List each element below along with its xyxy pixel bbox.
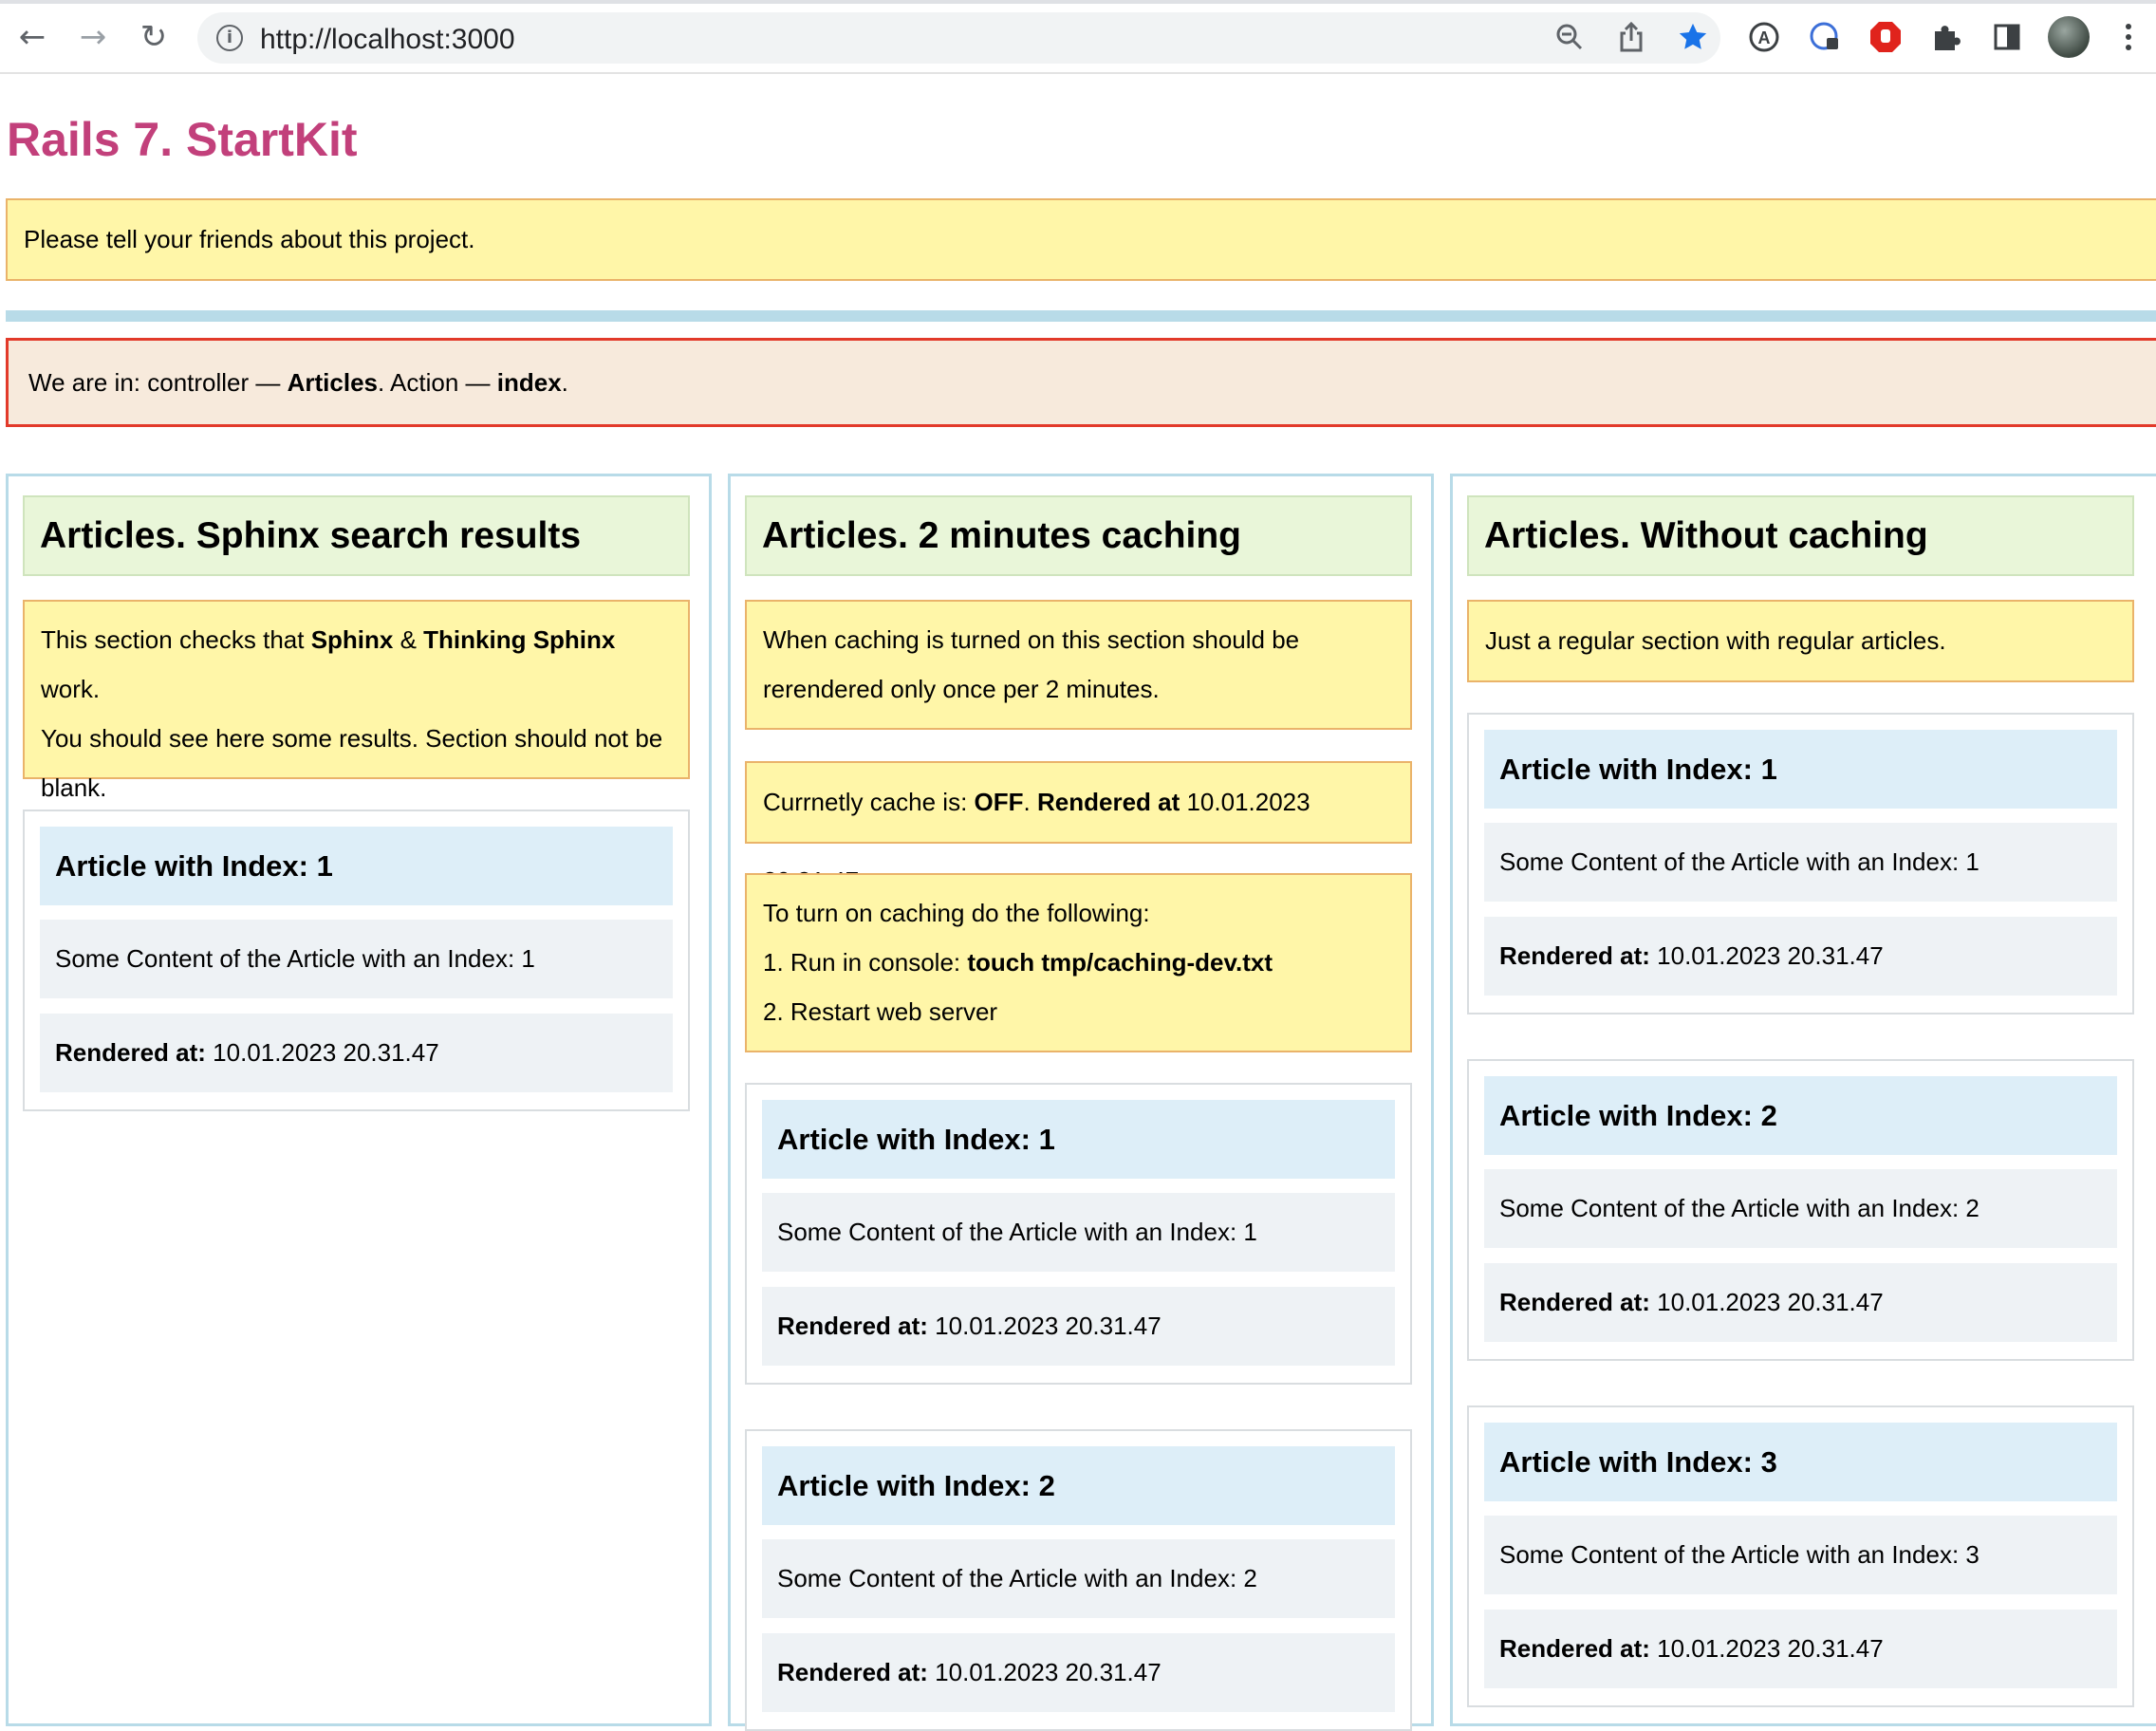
article-title: Article with Index: 1 (762, 1100, 1395, 1179)
instruction-line: 2. Restart web server (763, 997, 998, 1026)
article-title: Article with Index: 2 (1484, 1076, 2117, 1155)
column-no-caching: Articles. Without caching Just a regular… (1450, 474, 2156, 1726)
article-card: Article with Index: 2 Some Content of th… (1467, 1059, 2134, 1361)
instruction-line: 1. Run in console: touch tmp/caching-dev… (763, 938, 1394, 987)
divider (6, 310, 2156, 322)
article-title: Article with Index: 2 (762, 1446, 1395, 1525)
site-info-icon[interactable]: i (216, 25, 243, 51)
article-content: Some Content of the Article with an Inde… (762, 1193, 1395, 1272)
step-command: touch tmp/caching-dev.txt (967, 948, 1273, 977)
caching-info-box: When caching is turned on this section s… (745, 600, 1412, 730)
info-bold: Sphinx (310, 625, 394, 654)
rendered-value: 10.01.2023 20.31.47 (1649, 1288, 1884, 1316)
rendered-label: Rendered at (1036, 788, 1180, 816)
info-line: blank. (41, 773, 107, 802)
cache-status-sep: . (1023, 788, 1037, 816)
article-title: Article with Index: 3 (1484, 1423, 2117, 1501)
tab-strip-edge (0, 0, 2156, 4)
action-prefix: . Action — (378, 368, 497, 397)
rendered-label: Rendered at: (1499, 1288, 1650, 1316)
info-line: You should see here some results. Sectio… (41, 724, 663, 753)
puzzle-icon[interactable] (1926, 17, 1966, 57)
article-content: Some Content of the Article with an Inde… (40, 920, 673, 998)
address-bar[interactable]: i http://localhost:3000 (197, 12, 1720, 64)
notice-text: Please tell your friends about this proj… (24, 225, 475, 253)
info-line: When caching is turned on this section s… (763, 625, 1300, 654)
info-line: rerendered only once per 2 minutes. (763, 675, 1160, 703)
side-panel-icon[interactable] (1987, 17, 2027, 57)
rendered-label: Rendered at: (777, 1312, 928, 1340)
rendered-value: 10.01.2023 20.31.47 (927, 1658, 1162, 1686)
rendered-label: Rendered at: (55, 1038, 206, 1067)
article-title: Article with Index: 1 (1484, 730, 2117, 809)
article-rendered-at: Rendered at: 10.01.2023 20.31.47 (1484, 917, 2117, 996)
url-text[interactable]: http://localhost:3000 (260, 24, 515, 56)
rendered-value: 10.01.2023 20.31.47 (205, 1038, 439, 1067)
info-text: & (393, 625, 424, 654)
info-bold: Thinking Sphinx (423, 625, 616, 654)
star-icon[interactable] (1673, 17, 1713, 57)
caching-instructions-box: To turn on caching do the following: 1. … (745, 873, 1412, 1052)
arrow-left-icon: ← (18, 18, 46, 56)
browser-toolbar: ← → ↻ i http://localhost:3000 A (0, 0, 2156, 74)
share-icon[interactable] (1611, 17, 1651, 57)
controller-name: Articles (287, 368, 379, 397)
column-header: Articles. Sphinx search results (23, 495, 690, 576)
action-suffix: . (561, 368, 568, 397)
cache-state: OFF (974, 788, 1024, 816)
rendered-label: Rendered at: (777, 1658, 928, 1686)
kebab-menu-icon[interactable] (2109, 17, 2148, 57)
controller-info: We are in: controller — Articles. Action… (6, 338, 2156, 427)
rendered-label: Rendered at: (1499, 1634, 1650, 1663)
reload-icon: ↻ (139, 18, 168, 56)
sphinx-info-box: This section checks that Sphinx & Thinki… (23, 600, 690, 802)
article-content: Some Content of the Article with an Inde… (1484, 1516, 2117, 1594)
step-text: 1. Run in console: (763, 948, 968, 977)
adblock-icon[interactable] (1866, 17, 1905, 57)
translate-icon[interactable]: A (1744, 17, 1784, 57)
back-button[interactable]: ← (11, 16, 53, 58)
page-title: Rails 7. StartKit (7, 113, 358, 166)
controller-prefix: We are in: controller — (28, 368, 288, 397)
profile-avatar[interactable] (2048, 16, 2090, 58)
article-title: Article with Index: 1 (40, 827, 673, 905)
svg-text:A: A (1758, 28, 1771, 47)
regular-info-box: Just a regular section with regular arti… (1467, 600, 2134, 682)
article-rendered-at: Rendered at: 10.01.2023 20.31.47 (40, 1014, 673, 1092)
action-name: index (496, 368, 562, 397)
notice-banner: Please tell your friends about this proj… (6, 198, 2156, 281)
rendered-value: 10.01.2023 20.31.47 (1649, 1634, 1884, 1663)
article-content: Some Content of the Article with an Inde… (1484, 823, 2117, 902)
info-text: This section checks that (41, 625, 311, 654)
article-rendered-at: Rendered at: 10.01.2023 20.31.47 (1484, 1263, 2117, 1342)
cache-status-prefix: Currnetly cache is: (763, 788, 975, 816)
rendered-label: Rendered at: (1499, 941, 1650, 970)
column-header: Articles. Without caching (1467, 495, 2134, 576)
cache-status-box: Currnetly cache is: OFF. Rendered at 10.… (745, 761, 1412, 895)
reload-button[interactable]: ↻ (133, 16, 175, 58)
article-card: Article with Index: 1 Some Content of th… (1467, 713, 2134, 1014)
column-caching: Articles. 2 minutes caching When caching… (728, 474, 1434, 1731)
article-rendered-at: Rendered at: 10.01.2023 20.31.47 (762, 1287, 1395, 1366)
zoom-out-icon[interactable] (1550, 17, 1589, 57)
info-line: Just a regular section with regular arti… (1485, 626, 1946, 655)
info-line: This section checks that Sphinx & Thinki… (41, 615, 672, 714)
article-content: Some Content of the Article with an Inde… (762, 1539, 1395, 1618)
article-card: Article with Index: 2 Some Content of th… (745, 1429, 1412, 1731)
column-sphinx: Articles. Sphinx search results This sec… (6, 474, 712, 1726)
article-card: Article with Index: 1 Some Content of th… (745, 1083, 1412, 1385)
info-text: work. (41, 675, 101, 703)
instruction-line: To turn on caching do the following: (763, 899, 1150, 927)
article-card: Article with Index: 3 Some Content of th… (1467, 1405, 2134, 1707)
article-card: Article with Index: 1 Some Content of th… (23, 810, 690, 1111)
article-rendered-at: Rendered at: 10.01.2023 20.31.47 (762, 1633, 1395, 1712)
column-header: Articles. 2 minutes caching (745, 495, 1412, 576)
forward-button[interactable]: → (72, 16, 114, 58)
rendered-value: 10.01.2023 20.31.47 (1649, 941, 1884, 970)
article-rendered-at: Rendered at: 10.01.2023 20.31.47 (1484, 1610, 2117, 1688)
password-icon[interactable] (1805, 17, 1845, 57)
article-content: Some Content of the Article with an Inde… (1484, 1169, 2117, 1248)
rendered-value: 10.01.2023 20.31.47 (927, 1312, 1162, 1340)
arrow-right-icon: → (79, 18, 107, 56)
